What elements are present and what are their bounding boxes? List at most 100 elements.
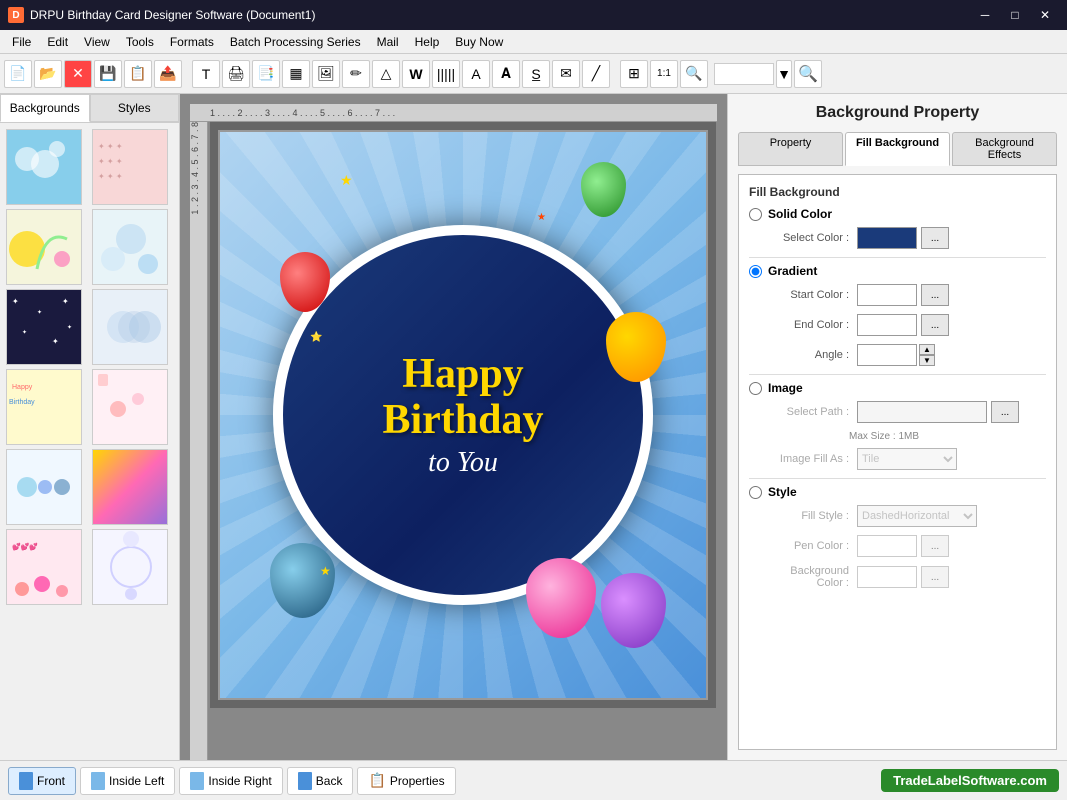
bg-thumb-1[interactable] bbox=[6, 129, 82, 205]
image-fill-select[interactable]: Tile bbox=[857, 448, 957, 470]
bg-thumb-12[interactable] bbox=[92, 529, 168, 605]
path-browse[interactable]: ... bbox=[991, 401, 1019, 423]
solid-color-browse[interactable]: ... bbox=[921, 227, 949, 249]
solid-color-label[interactable]: Solid Color bbox=[768, 207, 832, 221]
path-input[interactable] bbox=[857, 401, 987, 423]
tab-property[interactable]: Property bbox=[738, 132, 843, 166]
menu-buynow[interactable]: Buy Now bbox=[447, 30, 511, 53]
pen-color-box[interactable] bbox=[857, 535, 917, 557]
draw-button[interactable]: ✏ bbox=[342, 60, 370, 88]
style-label[interactable]: Style bbox=[768, 485, 797, 499]
end-color-label: End Color : bbox=[767, 319, 857, 331]
export-button[interactable]: 📤 bbox=[154, 60, 182, 88]
font-button[interactable]: A bbox=[462, 60, 490, 88]
bg-color-box[interactable] bbox=[857, 566, 917, 588]
back-button[interactable]: Back bbox=[287, 767, 354, 795]
menu-help[interactable]: Help bbox=[407, 30, 448, 53]
panel-title: Background Property bbox=[738, 104, 1057, 122]
menu-view[interactable]: View bbox=[76, 30, 118, 53]
copy-button[interactable]: 📑 bbox=[252, 60, 280, 88]
app-icon: D bbox=[8, 7, 24, 23]
end-color-box[interactable] bbox=[857, 314, 917, 336]
zoom-in-button[interactable]: 🔍 bbox=[680, 60, 708, 88]
pen-color-browse[interactable]: ... bbox=[921, 535, 949, 557]
select-color-row: Select Color : ... bbox=[749, 227, 1046, 249]
front-label: Front bbox=[37, 774, 65, 788]
bg-color-row: Background Color : ... bbox=[749, 565, 1046, 589]
fill-style-row: Fill Style : DashedHorizontal bbox=[749, 505, 1046, 527]
gradient-label[interactable]: Gradient bbox=[768, 264, 817, 278]
line-button[interactable]: ╱ bbox=[582, 60, 610, 88]
font2-button[interactable]: 𝐀 bbox=[492, 60, 520, 88]
tab-fill-background[interactable]: Fill Background bbox=[845, 132, 950, 166]
barcode-button[interactable]: ▦ bbox=[282, 60, 310, 88]
menu-formats[interactable]: Formats bbox=[162, 30, 222, 53]
start-color-box[interactable] bbox=[857, 284, 917, 306]
angle-up[interactable]: ▲ bbox=[919, 344, 935, 355]
ruler-horizontal: 1 . . . . 2 . . . . 3 . . . . 4 . . . . … bbox=[190, 104, 717, 122]
titlebar-controls: ─ □ ✕ bbox=[971, 5, 1059, 25]
tab-backgrounds[interactable]: Backgrounds bbox=[0, 94, 90, 122]
bg-color-browse[interactable]: ... bbox=[921, 566, 949, 588]
properties-button[interactable]: 📋 Properties bbox=[357, 767, 455, 795]
close-doc-button[interactable]: ✕ bbox=[64, 60, 92, 88]
email-button[interactable]: ✉ bbox=[552, 60, 580, 88]
save-as-button[interactable]: 📋 bbox=[124, 60, 152, 88]
menu-tools[interactable]: Tools bbox=[118, 30, 162, 53]
style-radio[interactable] bbox=[749, 486, 762, 499]
image-radio[interactable] bbox=[749, 382, 762, 395]
menu-batch[interactable]: Batch Processing Series bbox=[222, 30, 369, 53]
wordart-button[interactable]: W bbox=[402, 60, 430, 88]
maximize-button[interactable]: □ bbox=[1001, 5, 1029, 25]
bg-thumb-11[interactable]: 💕💕💕 bbox=[6, 529, 82, 605]
menu-mail[interactable]: Mail bbox=[369, 30, 407, 53]
shape-button[interactable]: △ bbox=[372, 60, 400, 88]
save-button[interactable]: 💾 bbox=[94, 60, 122, 88]
inside-left-button[interactable]: Inside Left bbox=[80, 767, 175, 795]
bg-thumb-3[interactable] bbox=[6, 209, 82, 285]
minimize-button[interactable]: ─ bbox=[971, 5, 999, 25]
tab-styles[interactable]: Styles bbox=[90, 94, 180, 122]
zoom-out-button[interactable]: 🔍 bbox=[794, 60, 822, 88]
zoom-dropdown-button[interactable]: ▼ bbox=[776, 60, 792, 88]
ratio-button[interactable]: 1:1 bbox=[650, 60, 678, 88]
solid-color-radio[interactable] bbox=[749, 208, 762, 221]
front-icon bbox=[19, 772, 33, 790]
open-button[interactable]: 📂 bbox=[34, 60, 62, 88]
card-canvas[interactable]: ★ ★ ★ ⭐ Happy Birthday to You bbox=[218, 130, 708, 700]
angle-down[interactable]: ▼ bbox=[919, 355, 935, 366]
menu-edit[interactable]: Edit bbox=[39, 30, 76, 53]
bg-thumb-8[interactable] bbox=[92, 369, 168, 445]
signature-button[interactable]: S̲ bbox=[522, 60, 550, 88]
angle-spinner: ▲ ▼ bbox=[919, 344, 935, 366]
svg-text:✦ ✦ ✦: ✦ ✦ ✦ bbox=[98, 142, 123, 151]
print-button[interactable]: 🖨 bbox=[222, 60, 250, 88]
new-button[interactable]: 📄 bbox=[4, 60, 32, 88]
bg-thumb-2[interactable]: ✦ ✦ ✦✦ ✦ ✦✦ ✦ ✦ bbox=[92, 129, 168, 205]
bottom-bar: Front Inside Left Inside Right Back 📋 Pr… bbox=[0, 760, 1067, 800]
inside-right-button[interactable]: Inside Right bbox=[179, 767, 282, 795]
zoom-input[interactable]: 150% bbox=[714, 63, 774, 85]
bg-thumb-4[interactable] bbox=[92, 209, 168, 285]
close-button[interactable]: ✕ bbox=[1031, 5, 1059, 25]
barcode2-button[interactable]: ||||| bbox=[432, 60, 460, 88]
start-color-browse[interactable]: ... bbox=[921, 284, 949, 306]
svg-text:Happy: Happy bbox=[12, 384, 33, 391]
grid-button[interactable]: ⊞ bbox=[620, 60, 648, 88]
front-button[interactable]: Front bbox=[8, 767, 76, 795]
bg-thumb-9[interactable] bbox=[6, 449, 82, 525]
bg-thumb-5[interactable]: ✦✦✦✦✦✦ bbox=[6, 289, 82, 365]
angle-input[interactable]: 359 bbox=[857, 344, 917, 366]
end-color-browse[interactable]: ... bbox=[921, 314, 949, 336]
menu-file[interactable]: File bbox=[4, 30, 39, 53]
fill-style-select[interactable]: DashedHorizontal bbox=[857, 505, 977, 527]
image-label[interactable]: Image bbox=[768, 381, 803, 395]
text-button[interactable]: T bbox=[192, 60, 220, 88]
gradient-radio[interactable] bbox=[749, 265, 762, 278]
image-button[interactable]: 🖼 bbox=[312, 60, 340, 88]
bg-thumb-7[interactable]: HappyBirthday bbox=[6, 369, 82, 445]
bg-thumb-6[interactable] bbox=[92, 289, 168, 365]
bg-thumb-10[interactable] bbox=[92, 449, 168, 525]
tab-background-effects[interactable]: Background Effects bbox=[952, 132, 1057, 166]
solid-color-box[interactable] bbox=[857, 227, 917, 249]
